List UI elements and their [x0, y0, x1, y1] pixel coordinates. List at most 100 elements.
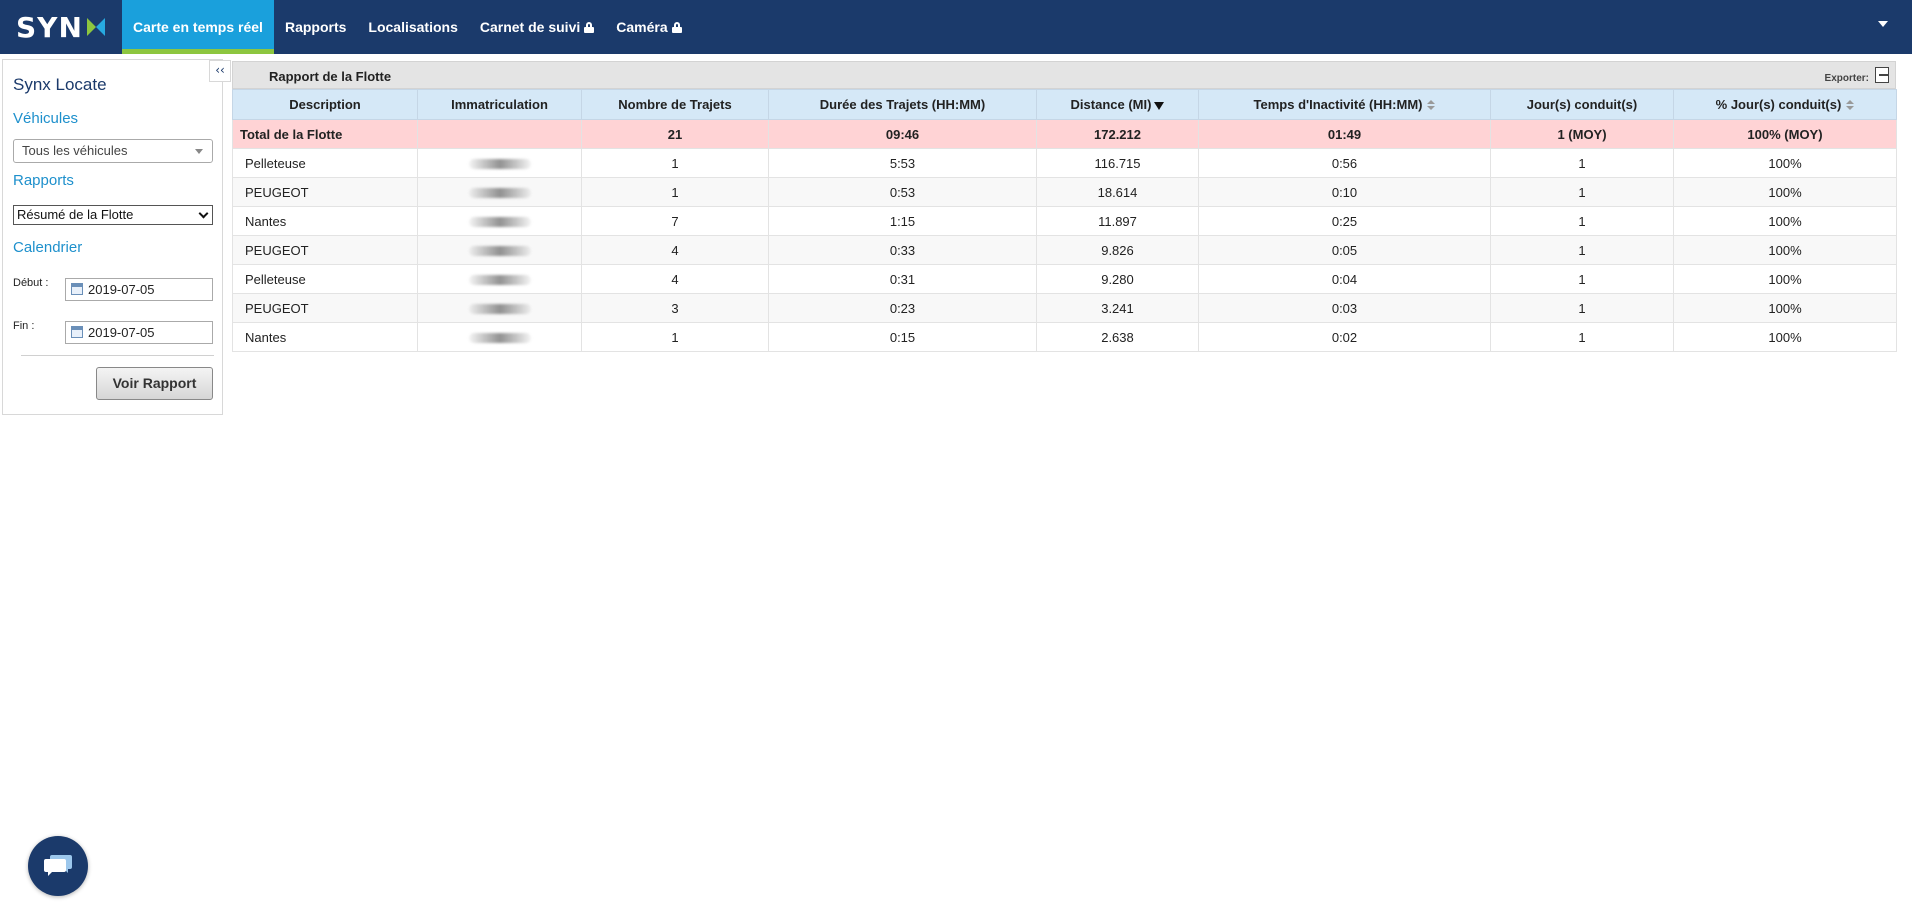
cell-description: PEUGEOT	[232, 235, 418, 265]
cell-idle: 0:10	[1198, 177, 1491, 207]
col-header-description[interactable]: Description	[232, 89, 418, 120]
cell-days: 1	[1490, 177, 1674, 207]
nav-item-3[interactable]: Localisations	[357, 0, 468, 54]
cell-distance: 18.614	[1036, 177, 1199, 207]
cell-distance: 9.826	[1036, 235, 1199, 265]
cell-pct: 100%	[1673, 235, 1897, 265]
cell-trips: 4	[581, 264, 769, 294]
sort-icon	[1846, 100, 1855, 111]
cell-idle: 0:25	[1198, 206, 1491, 236]
col-header-idle[interactable]: Temps d'Inactivité (HH:MM)	[1198, 89, 1491, 120]
cell-duration: 1:15	[768, 206, 1037, 236]
cell-idle: 0:02	[1198, 322, 1491, 352]
lock-icon	[584, 21, 595, 33]
total-duration: 09:46	[768, 119, 1037, 149]
report-header: Rapport de la Flotte Exporter:	[232, 61, 1896, 89]
cell-trips: 1	[581, 322, 769, 352]
sidebar: Synx Locate Véhicules Tous les véhicules…	[2, 59, 223, 415]
sort-desc-icon	[1154, 101, 1165, 110]
cell-description: PEUGEOT	[232, 177, 418, 207]
cell-distance: 3.241	[1036, 293, 1199, 323]
cell-days: 1	[1490, 293, 1674, 323]
table-row[interactable]: Pelleteuse 1 5:53 116.715 0:56 1 100%	[232, 148, 1897, 178]
start-date-field[interactable]: 2019-07-05	[65, 278, 213, 301]
cell-distance: 2.638	[1036, 322, 1199, 352]
table-row[interactable]: Pelleteuse 4 0:31 9.280 0:04 1 100%	[232, 264, 1897, 294]
redacted-plate	[468, 333, 531, 344]
calendar-icon[interactable]	[71, 326, 83, 338]
synx-logo[interactable]: SYN	[16, 8, 107, 46]
cell-description: Pelleteuse	[232, 148, 418, 178]
col-header-label: Durée des Trajets (HH:MM)	[819, 97, 986, 112]
sidebar-title: Synx Locate	[13, 75, 107, 94]
cell-days: 1	[1490, 206, 1674, 236]
end-date-field[interactable]: 2019-07-05	[65, 321, 213, 344]
end-date-value: 2019-07-05	[88, 325, 155, 340]
report-title: Rapport de la Flotte	[269, 69, 392, 84]
calendar-heading: Calendrier	[13, 239, 83, 256]
export-icon[interactable]	[1875, 67, 1889, 83]
table-row[interactable]: PEUGEOT 4 0:33 9.826 0:05 1 100%	[232, 235, 1897, 265]
redacted-plate	[468, 304, 531, 315]
cell-description: Pelleteuse	[232, 264, 418, 294]
col-header-pct-days[interactable]: % Jour(s) conduit(s)	[1673, 89, 1897, 120]
cell-duration: 0:31	[768, 264, 1037, 294]
nav-item-label: Localisations	[368, 19, 458, 35]
cell-description: PEUGEOT	[232, 293, 418, 323]
col-header-trips[interactable]: Nombre de Trajets	[581, 89, 769, 120]
redacted-plate	[468, 246, 531, 257]
col-header-label: Nombre de Trajets	[618, 97, 732, 112]
plate-cell	[417, 206, 582, 236]
chat-icon	[44, 855, 72, 876]
col-header-label: Description	[289, 97, 361, 112]
main-nav: Carte en temps réel Rapports Localisations…	[122, 0, 693, 54]
col-header-plate[interactable]: Immatriculation	[417, 89, 582, 120]
plate-cell	[417, 322, 582, 352]
cell-duration: 0:33	[768, 235, 1037, 265]
total-description: Total de la Flotte	[232, 119, 418, 149]
fleet-report-table: Description Immatriculation Nombre de Tr…	[232, 89, 1897, 352]
cell-duration: 0:23	[768, 293, 1037, 323]
col-header-label: Temps d'Inactivité (HH:MM)	[1253, 97, 1423, 112]
cell-days: 1	[1490, 264, 1674, 294]
cell-idle: 0:04	[1198, 264, 1491, 294]
plate-cell	[417, 148, 582, 178]
fleet-report-panel: Rapport de la Flotte Exporter: Descripti…	[232, 61, 1897, 352]
cell-duration: 0:15	[768, 322, 1037, 352]
collapse-sidebar-icon[interactable]: ‹‹	[209, 60, 231, 82]
table-row[interactable]: Nantes 7 1:15 11.897 0:25 1 100%	[232, 206, 1897, 236]
report-type-select[interactable]: Résumé de la Flotte	[13, 205, 213, 225]
nav-item-5[interactable]: Caméra	[605, 0, 692, 54]
calendar-icon[interactable]	[71, 283, 83, 295]
cell-trips: 3	[581, 293, 769, 323]
vehicles-select[interactable]: Tous les véhicules	[13, 139, 213, 163]
user-menu-chevron-down-icon[interactable]	[1878, 21, 1888, 27]
chat-button[interactable]	[28, 836, 88, 896]
col-header-days[interactable]: Jour(s) conduit(s)	[1490, 89, 1674, 120]
table-row[interactable]: Nantes 1 0:15 2.638 0:02 1 100%	[232, 322, 1897, 352]
end-date-label: Fin :	[13, 320, 35, 332]
export-label: Exporter:	[1824, 73, 1869, 84]
cell-idle: 0:56	[1198, 148, 1491, 178]
total-days: 1 (MOY)	[1490, 119, 1674, 149]
col-header-label: Immatriculation	[451, 97, 548, 112]
cell-pct: 100%	[1673, 206, 1897, 236]
nav-item-4[interactable]: Carnet de suivi	[469, 0, 605, 54]
nav-item-2[interactable]: Rapports	[274, 0, 357, 54]
total-row: Total de la Flotte 21 09:46 172.212 01:4…	[232, 119, 1897, 149]
cell-trips: 7	[581, 206, 769, 236]
redacted-plate	[468, 217, 531, 228]
cell-distance: 9.280	[1036, 264, 1199, 294]
view-report-button[interactable]: Voir Rapport	[96, 367, 213, 400]
cell-days: 1	[1490, 235, 1674, 265]
col-header-duration[interactable]: Durée des Trajets (HH:MM)	[768, 89, 1037, 120]
nav-item-1[interactable]: Carte en temps réel	[122, 0, 274, 54]
start-date-value: 2019-07-05	[88, 282, 155, 297]
sidebar-divider	[21, 355, 214, 356]
total-idle: 01:49	[1198, 119, 1491, 149]
table-row[interactable]: PEUGEOT 1 0:53 18.614 0:10 1 100%	[232, 177, 1897, 207]
cell-distance: 11.897	[1036, 206, 1199, 236]
table-row[interactable]: PEUGEOT 3 0:23 3.241 0:03 1 100%	[232, 293, 1897, 323]
col-header-distance[interactable]: Distance (MI)	[1036, 89, 1199, 120]
cell-idle: 0:05	[1198, 235, 1491, 265]
